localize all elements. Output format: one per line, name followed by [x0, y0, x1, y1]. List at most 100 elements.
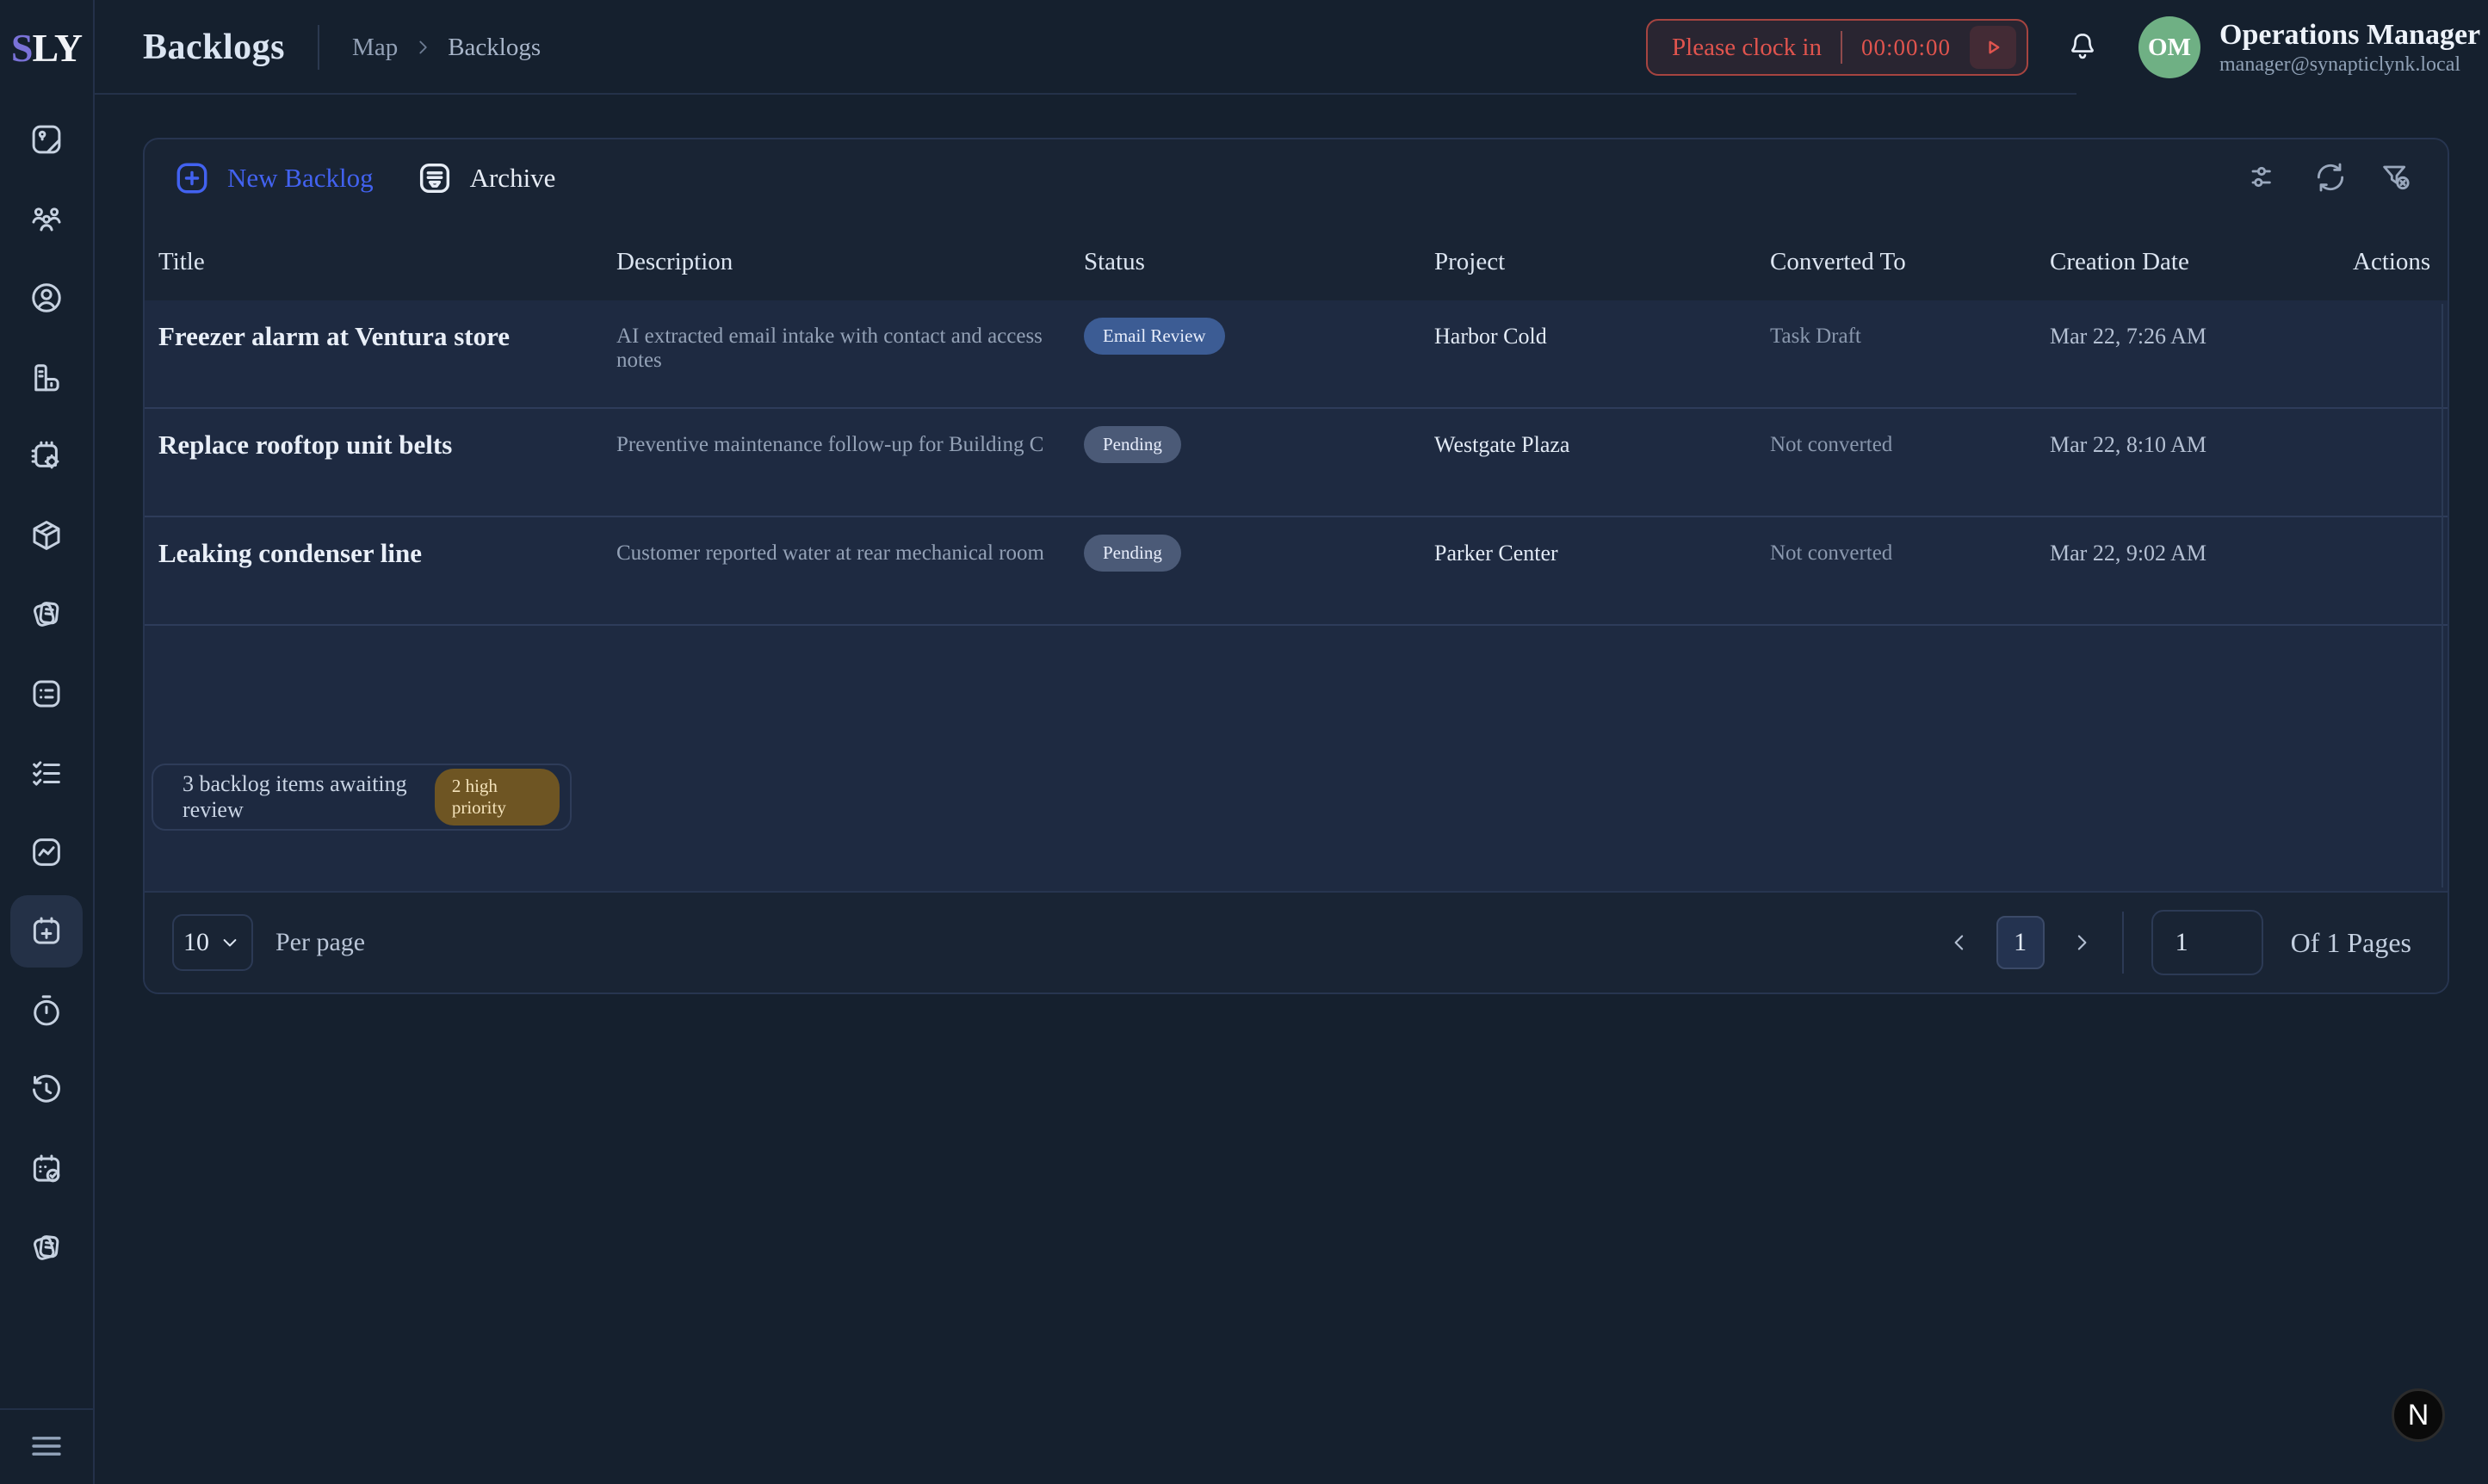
sidebar-item-documents[interactable] [0, 1209, 94, 1288]
topbar-border [95, 93, 2076, 95]
breadcrumb-root[interactable]: Map [352, 34, 398, 62]
table-row[interactable]: Leaking condenser line Customer reported… [145, 517, 2448, 626]
backlogs-card: New Backlog Archive Title Description St… [143, 138, 2449, 994]
page-number-input[interactable] [2151, 910, 2263, 975]
sliders-icon [2248, 160, 2282, 195]
clear-filters-button[interactable] [2379, 160, 2413, 197]
archive-button[interactable]: Archive [415, 158, 556, 198]
play-icon [1978, 33, 2008, 62]
summary-text: 3 backlog items awaiting review [183, 771, 435, 823]
prev-page-button[interactable] [1946, 930, 1972, 955]
sidebar-item-building[interactable] [0, 337, 94, 417]
timer-icon [28, 992, 65, 1029]
user-menu[interactable]: Operations Manager manager@synapticlynk.… [2219, 18, 2488, 77]
table-body: Freezer alarm at Ventura store AI extrac… [145, 300, 2448, 891]
status-badge: Pending [1084, 535, 1181, 572]
app-root: SLY Backlogs Map [0, 0, 2488, 1484]
collapse-menu-button[interactable] [27, 1426, 66, 1469]
column-header-status: Status [1075, 248, 1426, 276]
table-row[interactable]: Freezer alarm at Ventura store AI extrac… [145, 300, 2448, 409]
sidebar-item-reports[interactable] [0, 813, 94, 892]
chevron-left-icon [1946, 930, 1972, 955]
brand-logo-rest: LY [32, 25, 82, 71]
sidebar-item-map[interactable] [0, 100, 94, 179]
sidebar-item-schedule[interactable] [0, 1129, 94, 1209]
sidebar-footer [0, 1408, 94, 1484]
cell-creation-date: Mar 22, 9:02 AM [2041, 538, 2344, 566]
bell-icon [2064, 28, 2101, 65]
table-row[interactable]: Replace rooftop unit belts Preventive ma… [145, 409, 2448, 517]
notes-icon [28, 597, 65, 633]
nextjs-dev-badge[interactable]: N [2392, 1388, 2445, 1442]
brand-logo-accent: S [11, 25, 33, 71]
cell-project: Harbor Cold [1426, 321, 1761, 349]
refresh-button[interactable] [2313, 160, 2348, 197]
map-icon [28, 121, 65, 158]
new-backlog-label: New Backlog [227, 163, 374, 194]
hamburger-icon [27, 1426, 66, 1466]
user-name: Operations Manager [2219, 18, 2488, 52]
clock-divider [1841, 31, 1842, 64]
start-timer-button[interactable] [1970, 26, 2016, 69]
calendar-check-icon [28, 1151, 65, 1187]
column-header-actions: Actions [2344, 248, 2442, 276]
cell-converted-to: Task Draft [1761, 321, 2041, 349]
breadcrumb-current: Backlogs [448, 34, 541, 62]
sidebar-nav [0, 100, 94, 1288]
list-checks-icon [28, 755, 65, 791]
clock-in-button[interactable]: Please clock in 00:00:00 [1646, 19, 2028, 76]
user-email: manager@synapticlynk.local [2219, 53, 2488, 77]
cell-title: Freezer alarm at Ventura store [150, 321, 608, 352]
notifications-button[interactable] [2064, 28, 2101, 67]
cell-converted-to: Not converted [1761, 430, 2041, 457]
sidebar-item-profile[interactable] [0, 258, 94, 337]
sidebar-item-inventory[interactable] [0, 496, 94, 575]
avatar-initials: OM [2148, 34, 2191, 62]
archive-icon [415, 158, 455, 198]
cell-project: Westgate Plaza [1426, 430, 1761, 458]
pagination-divider [2122, 912, 2124, 974]
table-header: Title Description Status Project Convert… [145, 217, 2448, 300]
task-square-icon [28, 676, 65, 712]
sidebar-item-notes[interactable] [0, 575, 94, 654]
next-page-button[interactable] [2069, 930, 2095, 955]
summary-card: 3 backlog items awaiting review 2 high p… [152, 764, 572, 831]
breadcrumb: Map Backlogs [352, 34, 541, 62]
sidebar-item-history[interactable] [0, 1050, 94, 1129]
cell-description: Customer reported water at rear mechanic… [608, 538, 1075, 566]
new-backlog-button[interactable]: New Backlog [172, 158, 374, 198]
topbar: Backlogs Map Backlogs Please clock in 00… [95, 0, 2488, 95]
clock-in-label: Please clock in [1672, 34, 1822, 62]
column-header-converted-to: Converted To [1761, 248, 2041, 276]
chevron-right-icon [2069, 930, 2095, 955]
cell-description: AI extracted email intake with contact a… [608, 321, 1075, 373]
activity-icon [28, 834, 65, 870]
sidebar-item-tasks[interactable] [0, 654, 94, 733]
pagination-bar: 10 Per page 1 Of 1 Pages [145, 891, 2448, 992]
cell-title: Replace rooftop unit belts [150, 430, 608, 461]
cell-creation-date: Mar 22, 8:10 AM [2041, 430, 2344, 458]
column-header-creation-date: Creation Date [2041, 248, 2344, 276]
sidebar-item-automation[interactable] [0, 417, 94, 496]
page-title: Backlogs [143, 27, 285, 68]
avatar[interactable]: OM [2138, 16, 2200, 78]
sidebar-item-checklist[interactable] [0, 733, 94, 813]
clock-timer-value: 00:00:00 [1861, 34, 1951, 61]
current-page-button[interactable]: 1 [1996, 916, 2045, 969]
per-page-label: Per page [275, 928, 365, 957]
high-priority-badge: 2 high priority [435, 769, 560, 825]
sidebar-item-backlogs[interactable] [0, 892, 94, 971]
content-area: New Backlog Archive Title Description St… [95, 95, 2488, 1484]
cell-description: Preventive maintenance follow-up for Bui… [608, 430, 1075, 457]
scrollbar-track[interactable] [2442, 304, 2443, 887]
chevron-down-icon [218, 931, 242, 955]
sidebar-item-timer[interactable] [0, 971, 94, 1050]
brand-logo[interactable]: SLY [11, 0, 82, 95]
documents-icon [28, 1230, 65, 1266]
column-header-description: Description [608, 248, 1075, 276]
sidebar-item-team[interactable] [0, 179, 94, 258]
column-header-project: Project [1426, 248, 1761, 276]
column-settings-button[interactable] [2248, 160, 2282, 197]
calendar-plus-icon [28, 913, 65, 949]
per-page-select[interactable]: 10 [172, 914, 253, 971]
